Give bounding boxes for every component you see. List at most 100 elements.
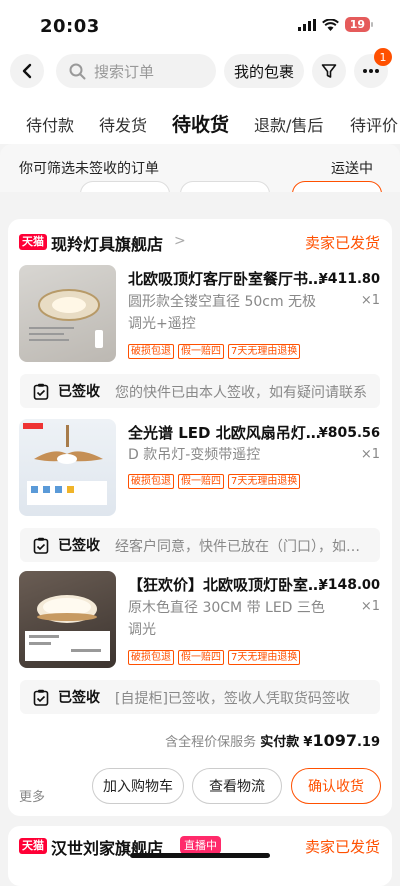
order-card[interactable]: 天猫 现羚灯具旗舰店 > 卖家已发货 北欧吸顶灯客厅卧室餐厅书房灯 ¥411.8…	[8, 219, 392, 816]
order-tabs: 待付款 待发货 待收货 退款/售后 待评价	[0, 102, 400, 144]
currency-symbol: ¥	[318, 272, 328, 287]
ceiling-lamp-image	[29, 289, 103, 348]
product-title[interactable]: 全光谱 LED 北欧风扇吊灯客厅	[128, 422, 328, 443]
clipboard-check-icon	[33, 537, 49, 554]
tab-pending-review[interactable]: 待评价	[350, 112, 398, 136]
product-sku: D 款吊灯-变频带遥控	[128, 447, 261, 463]
live-label: 直播中	[184, 839, 217, 852]
clipboard-check-icon	[33, 689, 49, 706]
more-button[interactable]: 1	[354, 48, 392, 88]
price-integer: 148	[327, 577, 357, 593]
clock: 20:03	[40, 16, 100, 37]
add-to-cart-label: 加入购物车	[103, 779, 173, 795]
view-logistics-button[interactable]: 查看物流	[192, 768, 282, 804]
signed-label: 已签收	[58, 384, 100, 400]
product-price: ¥805.56	[319, 425, 380, 441]
tab-refund-aftersale[interactable]: 退款/售后	[254, 112, 323, 136]
order-status: 卖家已发货	[304, 234, 380, 252]
delivery-message: 经客户同意，快件已放在（门口），如有疑问	[115, 539, 370, 555]
filter-funnel-icon	[321, 64, 337, 78]
search-input[interactable]: 搜索订单	[56, 54, 216, 88]
live-badge: 直播中	[180, 836, 221, 854]
peek-button	[292, 181, 382, 192]
filter-hint: 你可筛选未签收的订单	[19, 161, 159, 177]
order-total: 含全程价保服务 实付款 ¥1097.19	[165, 731, 380, 750]
service-tag: 7天无理由退换	[228, 344, 301, 359]
filter-status-option[interactable]: 运送中	[331, 158, 373, 178]
service-tags: 破损包退 假一赔四 7天无理由退换	[128, 474, 301, 489]
delivery-status-row[interactable]: 已签收 [自提柜]已签收，签收人凭取货码签收	[20, 680, 380, 714]
product-sku: 圆形款全镂空直径 50cm 无极调光+遥控	[128, 294, 317, 332]
service-tags: 破损包退 假一赔四 7天无理由退换	[128, 344, 301, 359]
price-integer: 805	[327, 425, 357, 441]
total-decimal: .19	[356, 735, 380, 750]
service-tag: 破损包退	[128, 650, 174, 665]
wifi-icon	[321, 18, 339, 31]
price-decimal: .56	[356, 426, 380, 441]
product-title[interactable]: 【狂欢价】北欧吸顶灯卧室灯具	[128, 574, 328, 595]
notification-badge: 1	[374, 48, 392, 66]
filter-panel: 你可筛选未签收的订单 运送中	[0, 144, 400, 192]
round-lamp-image	[25, 595, 110, 661]
product-quantity: ×1	[360, 293, 380, 308]
service-tag: 假一赔四	[178, 344, 224, 359]
confirm-receipt-label: 确认收货	[308, 779, 364, 795]
order-status: 卖家已发货	[304, 838, 380, 856]
chevron-right-icon[interactable]: >	[174, 233, 186, 249]
filter-button[interactable]	[312, 54, 346, 88]
back-button[interactable]	[10, 54, 44, 88]
tmall-badge: 天猫	[19, 838, 47, 854]
store-name[interactable]: 现羚灯具旗舰店	[51, 231, 163, 255]
tab-pending-receipt[interactable]: 待收货	[172, 110, 229, 137]
peek-button	[180, 181, 270, 192]
clipboard-check-icon	[33, 383, 49, 400]
tab-pending-payment[interactable]: 待付款	[26, 112, 74, 136]
more-dots-icon	[363, 69, 379, 73]
back-arrow-icon	[22, 63, 32, 79]
service-tag: 7天无理由退换	[228, 474, 301, 489]
product-sku: 原木色直径 30CM 带 LED 三色调光	[128, 600, 325, 638]
view-logistics-label: 查看物流	[209, 779, 265, 795]
my-packages-label: 我的包裹	[233, 62, 294, 81]
battery-icon: 19	[344, 17, 374, 32]
my-packages-button[interactable]: 我的包裹	[224, 54, 304, 88]
confirm-receipt-button[interactable]: 确认收货	[291, 768, 381, 804]
service-tag: 7天无理由退换	[228, 650, 301, 665]
peek-button	[80, 181, 170, 192]
product-price: ¥148.00	[319, 577, 380, 593]
fan-lamp-image	[23, 423, 107, 505]
tmall-badge: 天猫	[19, 234, 47, 250]
signed-label: 已签收	[58, 538, 100, 554]
delivery-status-row[interactable]: 已签收 您的快件已由本人签收，如有疑问请联系	[20, 374, 380, 408]
signed-label: 已签收	[58, 690, 100, 706]
price-decimal: .00	[356, 578, 380, 593]
product-image[interactable]	[19, 571, 116, 668]
service-tags: 破损包退 假一赔四 7天无理由退换	[128, 650, 301, 665]
price-protection-note: 含全程价保服务	[165, 735, 257, 750]
delivery-message: [自提柜]已签收，签收人凭取货码签收	[115, 691, 350, 707]
more-link[interactable]: 更多	[19, 786, 45, 805]
delivery-message: 您的快件已由本人签收，如有疑问请联系	[115, 385, 367, 401]
product-title[interactable]: 北欧吸顶灯客厅卧室餐厅书房灯	[128, 268, 328, 289]
product-image[interactable]	[19, 265, 116, 362]
currency-symbol: ¥	[318, 578, 328, 593]
add-to-cart-button[interactable]: 加入购物车	[92, 768, 184, 804]
price-decimal: .80	[356, 272, 380, 287]
delivery-status-row[interactable]: 已签收 经客户同意，快件已放在（门口），如有疑问	[20, 528, 380, 562]
search-placeholder: 搜索订单	[94, 62, 155, 81]
product-image[interactable]	[19, 419, 116, 516]
status-bar: 20:03 19	[0, 0, 400, 52]
product-price: ¥411.80	[319, 271, 380, 287]
currency-symbol: ¥	[318, 426, 328, 441]
header: 搜索订单 我的包裹 1	[0, 48, 400, 102]
search-icon	[69, 63, 86, 79]
tab-pending-shipment[interactable]: 待发货	[99, 112, 147, 136]
status-icons: 19	[297, 17, 374, 32]
total-integer: 1097	[312, 731, 357, 750]
signal-icon	[297, 18, 316, 31]
service-tag: 假一赔四	[178, 650, 224, 665]
price-integer: 411	[327, 271, 357, 287]
product-quantity: ×1	[360, 447, 380, 462]
service-tag: 破损包退	[128, 474, 174, 489]
product-quantity: ×1	[360, 599, 380, 614]
